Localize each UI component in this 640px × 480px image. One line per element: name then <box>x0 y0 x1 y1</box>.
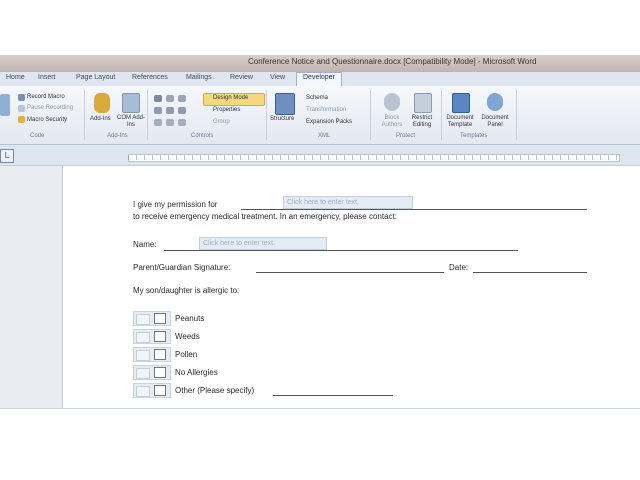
record-macro-icon <box>18 94 25 101</box>
group-label-addins: Add-Ins <box>107 133 128 139</box>
checkbox-control-icon[interactable] <box>154 119 162 126</box>
document-template-icon <box>452 93 470 113</box>
schema-button[interactable]: Schema <box>306 95 328 101</box>
ribbon: Record Macro Pause Recording Macro Secur… <box>0 86 640 145</box>
document-panel-icon <box>487 93 503 111</box>
com-addins-icon <box>122 93 140 113</box>
group-separator <box>147 90 148 140</box>
group-button[interactable]: Group <box>213 119 230 125</box>
allergy-label: My son/daughter is allergic to: <box>133 286 240 295</box>
picture-control-icon[interactable] <box>178 95 186 102</box>
ribbon-tabs: Home Insert Page Layout References Maili… <box>0 72 640 87</box>
permission-underline <box>241 209 587 210</box>
content-control-tag <box>136 314 150 325</box>
tab-developer[interactable]: Developer <box>296 72 342 87</box>
document-page[interactable]: I give my permission for Click here to e… <box>63 166 640 408</box>
option-other: Other (Please specify) <box>175 386 255 395</box>
ruler-ticks <box>128 155 618 160</box>
window-title-bar: Conference Notice and Questionnaire.docx… <box>0 55 640 73</box>
tab-selector-icon[interactable]: L <box>0 149 14 163</box>
checkbox[interactable] <box>154 385 166 396</box>
other-underline <box>273 395 393 396</box>
option-weeds: Weeds <box>175 332 200 341</box>
tab-references[interactable]: References <box>132 74 168 81</box>
checkbox-control-pollen[interactable] <box>133 347 171 362</box>
window-title: Conference Notice and Questionnaire.docx… <box>248 57 537 66</box>
content-control-tag <box>136 368 150 379</box>
tab-mailings[interactable]: Mailings <box>186 74 212 81</box>
block-authors-button[interactable]: Block Authors <box>378 115 406 129</box>
checkbox-control-weeds[interactable] <box>133 329 171 344</box>
contact-name-content-control[interactable]: Click here to enter text. <box>199 237 327 250</box>
permission-text: I give my permission for <box>133 200 218 209</box>
expansion-packs-button[interactable]: Expansion Packs <box>306 119 352 125</box>
combo-box-control-icon[interactable] <box>154 107 162 114</box>
legacy-tools-icon[interactable] <box>178 119 186 126</box>
group-label-code: Code <box>30 133 45 139</box>
tab-view[interactable]: View <box>270 74 285 81</box>
child-name-content-control[interactable]: Click here to enter text. <box>283 196 413 209</box>
option-pollen: Pollen <box>175 350 198 359</box>
addins-button[interactable]: Add-Ins <box>90 116 111 122</box>
group-separator <box>266 90 267 140</box>
checkbox-control-peanuts[interactable] <box>133 311 171 326</box>
restrict-editing-button[interactable]: Restrict Editing <box>407 115 437 129</box>
pause-icon <box>18 105 25 112</box>
horizontal-ruler: L <box>0 145 640 166</box>
group-label-protect: Protect <box>396 133 416 139</box>
tab-page-layout[interactable]: Page Layout <box>76 74 115 81</box>
tab-insert[interactable]: Insert <box>38 74 56 81</box>
warning-icon <box>18 116 25 123</box>
content-control-tag <box>136 350 150 361</box>
option-peanuts: Peanuts <box>175 314 205 323</box>
building-block-control-icon[interactable] <box>166 119 174 126</box>
structure-icon <box>275 93 295 115</box>
checkbox-control-other[interactable] <box>133 383 171 398</box>
group-separator <box>516 90 517 140</box>
document-panel-button[interactable]: Document Panel <box>479 115 511 129</box>
treatment-text: to receive emergency medical treatment. … <box>133 212 397 221</box>
dropdown-control-icon[interactable] <box>166 107 174 114</box>
group-separator <box>84 90 85 140</box>
name-underline <box>164 250 518 251</box>
group-separator <box>441 90 442 140</box>
document-template-button[interactable]: Document Template <box>444 115 476 129</box>
restrict-editing-icon <box>414 93 432 113</box>
checkbox-control-no-allergies[interactable] <box>133 365 171 380</box>
checkbox[interactable] <box>154 367 166 378</box>
rich-text-control-icon[interactable] <box>154 95 162 102</box>
structure-button[interactable]: Structure <box>270 116 294 122</box>
visual-basic-icon[interactable] <box>0 94 10 116</box>
addins-icon <box>94 93 110 113</box>
design-mode-button[interactable]: Design Mode <box>213 95 248 101</box>
signature-underline <box>256 272 444 273</box>
macro-security-button[interactable]: Macro Security <box>27 117 67 123</box>
group-label-templates: Templates <box>460 133 488 139</box>
date-picker-control-icon[interactable] <box>178 107 186 114</box>
properties-button[interactable]: Properties <box>213 107 240 113</box>
option-no-allergies: No Allergies <box>175 368 218 377</box>
vertical-ruler <box>0 166 63 408</box>
pause-recording-button[interactable]: Pause Recording <box>27 105 73 111</box>
date-label: Date: <box>449 263 469 272</box>
group-label-xml: XML <box>318 133 331 139</box>
content-control-tag <box>136 332 150 343</box>
signature-label: Parent/Guardian Signature: <box>133 263 231 272</box>
name-label: Name: <box>133 240 157 249</box>
block-authors-icon <box>384 93 400 111</box>
screen-bottom-edge <box>0 408 640 409</box>
tab-review[interactable]: Review <box>230 74 253 81</box>
date-underline <box>473 272 587 273</box>
content-control-tag <box>136 386 150 397</box>
plain-text-control-icon[interactable] <box>166 95 174 102</box>
tab-home[interactable]: Home <box>6 74 25 81</box>
checkbox[interactable] <box>154 313 166 324</box>
com-addins-button[interactable]: COM Add-Ins <box>117 115 145 129</box>
group-label-controls: Controls <box>191 133 214 139</box>
group-separator <box>370 90 371 140</box>
checkbox[interactable] <box>154 331 166 342</box>
transformation-button[interactable]: Transformation <box>306 107 346 113</box>
record-macro-button[interactable]: Record Macro <box>27 94 65 100</box>
checkbox[interactable] <box>154 349 166 360</box>
